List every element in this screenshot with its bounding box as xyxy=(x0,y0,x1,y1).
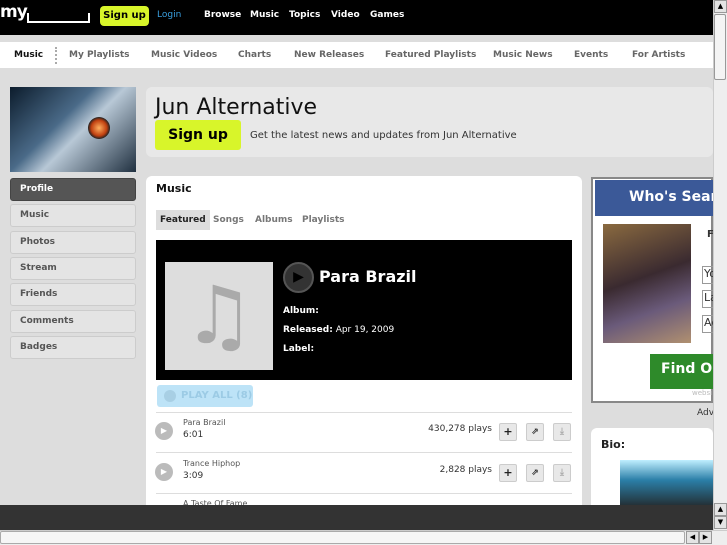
subnav-my-playlists[interactable]: My Playlists xyxy=(69,50,130,60)
track-plays: 2,828 plays xyxy=(439,465,492,475)
track-duration: 3:09 xyxy=(183,471,204,481)
label-label: Label: xyxy=(283,344,315,354)
track-play-icon[interactable]: ▶ xyxy=(155,463,173,481)
profile-image xyxy=(10,87,136,172)
ad-input[interactable]: Ag xyxy=(702,315,713,333)
subnav-music-news[interactable]: Music News xyxy=(493,50,553,60)
track-duration: 6:01 xyxy=(183,430,204,440)
sidebar-photos[interactable]: Photos xyxy=(10,231,136,254)
bottom-bar xyxy=(0,505,713,530)
bio-image xyxy=(620,460,713,510)
album-label: Album: xyxy=(283,306,319,316)
ad-website: websi xyxy=(692,389,713,397)
divider xyxy=(156,452,572,453)
ad-input[interactable]: Yo xyxy=(702,266,713,284)
login-link[interactable]: Login xyxy=(157,10,181,20)
nav-video[interactable]: Video xyxy=(331,10,360,20)
tab-featured[interactable]: Featured xyxy=(156,210,210,230)
divider xyxy=(156,493,572,494)
play-all-button[interactable]: PLAY ALL (8) xyxy=(157,385,253,407)
sidebar-stream[interactable]: Stream xyxy=(10,257,136,280)
share-icon[interactable]: ⇗ xyxy=(526,423,544,441)
download-icon[interactable]: ⤓ xyxy=(553,423,571,441)
bio-title: Bio: xyxy=(601,438,626,451)
artist-title: Jun Alternative xyxy=(155,95,318,120)
subnav-new-releases[interactable]: New Releases xyxy=(294,50,364,60)
scroll-up-icon[interactable]: ▲ xyxy=(714,503,727,516)
advertisement-label: Adv xyxy=(697,408,715,418)
horizontal-scroll-thumb[interactable] xyxy=(0,531,685,544)
ad-input[interactable]: La xyxy=(702,290,713,308)
artist-tagline: Get the latest news and updates from Jun… xyxy=(250,130,517,141)
play-icon[interactable]: ▶ xyxy=(283,262,314,293)
add-icon[interactable]: + xyxy=(499,423,517,441)
site-logo[interactable]: my xyxy=(0,2,28,22)
released-value: Apr 19, 2009 xyxy=(335,325,395,335)
signup-button[interactable]: Sign up xyxy=(100,6,149,26)
sidebar-profile[interactable]: Profile xyxy=(10,178,136,201)
add-icon[interactable]: + xyxy=(499,464,517,482)
subnav-charts[interactable]: Charts xyxy=(238,50,271,60)
profile-image-eye xyxy=(88,117,110,139)
share-icon[interactable]: ⇗ xyxy=(526,464,544,482)
scroll-left-icon[interactable]: ◀ xyxy=(686,531,699,544)
scroll-down-icon[interactable]: ▼ xyxy=(714,516,727,529)
sidebar-comments[interactable]: Comments xyxy=(10,310,136,333)
track-title[interactable]: Trance Hiphop xyxy=(183,459,240,468)
logo-underline xyxy=(27,13,90,23)
ad-photo xyxy=(603,224,691,343)
nav-music[interactable]: Music xyxy=(250,10,279,20)
nav-browse[interactable]: Browse xyxy=(204,10,241,20)
nav-topics[interactable]: Topics xyxy=(289,10,320,20)
track-play-icon[interactable]: ▶ xyxy=(155,422,173,440)
scroll-right-icon[interactable]: ▶ xyxy=(699,531,712,544)
sidebar-music[interactable]: Music xyxy=(10,204,136,227)
released-label: Released: xyxy=(283,325,333,335)
nav-games[interactable]: Games xyxy=(370,10,404,20)
download-icon[interactable]: ⤓ xyxy=(553,464,571,482)
subnav-featured-playlists[interactable]: Featured Playlists xyxy=(385,50,476,60)
play-all-label: PLAY ALL (8) xyxy=(181,390,253,401)
ad-headline: Who's Sear xyxy=(595,180,713,216)
music-panel-title: Music xyxy=(156,182,192,195)
scroll-up-icon[interactable]: ▲ xyxy=(714,0,727,13)
tab-playlists[interactable]: Playlists xyxy=(298,210,349,230)
divider xyxy=(156,412,572,413)
vertical-scroll-thumb[interactable] xyxy=(714,14,726,80)
album-art-music-note-icon: ♫ xyxy=(165,262,273,370)
tab-songs[interactable]: Songs xyxy=(209,210,248,230)
sidebar-friends[interactable]: Friends xyxy=(10,283,136,306)
subnav-music[interactable]: Music xyxy=(14,50,43,60)
artist-signup-button[interactable]: Sign up xyxy=(155,120,241,150)
featured-song-title: Para Brazil xyxy=(319,267,417,286)
play-icon xyxy=(164,390,176,402)
sidebar-badges[interactable]: Badges xyxy=(10,336,136,359)
subnav-events[interactable]: Events xyxy=(574,50,608,60)
subnav-for-artists[interactable]: For Artists xyxy=(632,50,685,60)
tab-albums[interactable]: Albums xyxy=(251,210,297,230)
subnav-music-videos[interactable]: Music Videos xyxy=(151,50,217,60)
track-plays: 430,278 plays xyxy=(428,424,492,434)
subnav-divider xyxy=(55,47,57,64)
track-title[interactable]: Para Brazil xyxy=(183,418,225,427)
ad-find-out-button[interactable]: Find Ou xyxy=(650,354,713,389)
